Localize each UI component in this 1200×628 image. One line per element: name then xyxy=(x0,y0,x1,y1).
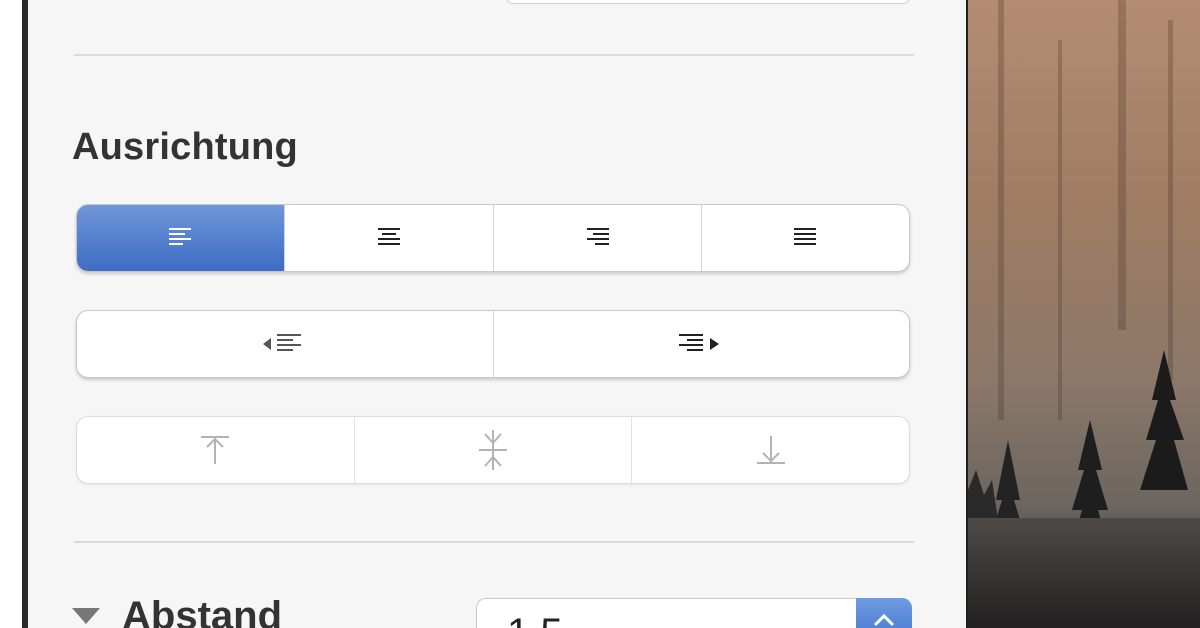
chevron-up-icon xyxy=(873,613,895,627)
line-spacing-value: 1,5 xyxy=(507,611,563,628)
align-top-button[interactable] xyxy=(77,417,354,483)
disclosure-triangle-icon xyxy=(72,608,100,624)
align-justify-button[interactable] xyxy=(700,205,909,271)
abstand-label: Abstand xyxy=(122,593,282,628)
divider-top xyxy=(74,54,914,56)
align-middle-icon xyxy=(479,430,507,470)
outdent-button[interactable] xyxy=(77,311,493,377)
align-right-button[interactable] xyxy=(492,205,701,271)
abstand-disclosure[interactable]: Abstand xyxy=(72,593,282,628)
line-spacing-stepper[interactable]: 1,5 xyxy=(476,598,912,628)
align-top-icon xyxy=(201,436,230,464)
align-bottom-button[interactable] xyxy=(631,417,909,483)
align-left-icon xyxy=(168,228,191,245)
valley-floor xyxy=(968,518,1200,628)
align-left-button[interactable] xyxy=(77,205,285,271)
align-center-button[interactable] xyxy=(284,205,492,271)
format-sidebar: Ausrichtung Abstand xyxy=(28,0,968,628)
alignment-segmented-control xyxy=(76,204,910,272)
indent-button[interactable] xyxy=(492,311,910,377)
stepper-up-button[interactable] xyxy=(856,598,912,628)
align-center-icon xyxy=(377,228,400,245)
indent-segmented-control xyxy=(76,310,910,378)
vertical-alignment-segmented-control xyxy=(76,416,910,484)
align-justify-icon xyxy=(794,228,817,245)
align-middle-button[interactable] xyxy=(353,417,632,483)
indent-icon xyxy=(679,334,720,351)
section-title-ausrichtung: Ausrichtung xyxy=(72,126,298,168)
outdent-icon xyxy=(262,334,301,351)
align-right-icon xyxy=(587,228,610,245)
align-bottom-icon xyxy=(756,436,785,464)
top-control-stub xyxy=(506,0,910,4)
divider-bottom xyxy=(74,541,914,543)
desktop-wallpaper xyxy=(968,0,1200,628)
window-frame xyxy=(0,0,22,628)
